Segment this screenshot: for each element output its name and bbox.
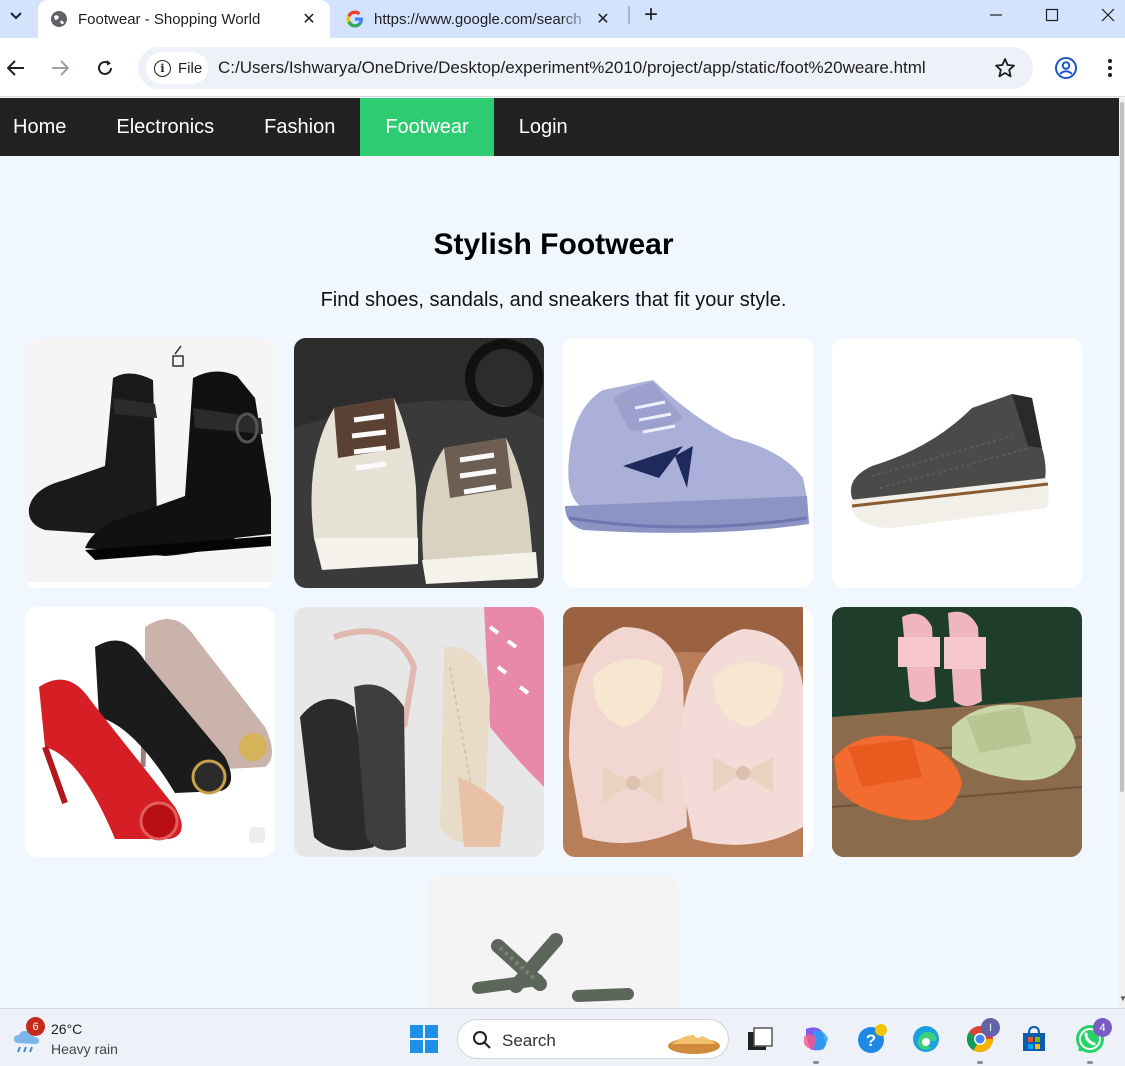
page-subtitle: Find shoes, sandals, and sneakers that f…: [320, 289, 787, 311]
high-top-sneakers-image: [294, 338, 544, 588]
address-bar[interactable]: i File C:/Users/Ishwarya/OneDrive/Deskto…: [138, 47, 1033, 89]
globe-icon: [50, 10, 68, 28]
nav-footwear[interactable]: Footwear: [360, 98, 494, 156]
task-view-icon[interactable]: [744, 1023, 776, 1055]
svg-text:?: ?: [866, 1031, 876, 1050]
nav-electronics[interactable]: Electronics: [91, 98, 239, 156]
pie-doodle-icon: [668, 1030, 720, 1054]
lavender-running-shoe-image: [563, 338, 813, 588]
whatsapp-badge: 4: [1093, 1018, 1112, 1037]
whatsapp-running-indicator: [1087, 1061, 1093, 1064]
browser-menu-icon[interactable]: [1100, 56, 1120, 80]
google-icon: [346, 10, 364, 28]
grey-slip-on-shoe-image: [832, 338, 1082, 588]
search-label: Search: [502, 1031, 556, 1050]
minimize-icon[interactable]: [968, 0, 1024, 30]
product-card-shoe-rack[interactable]: [294, 607, 544, 857]
help-app-icon[interactable]: ?: [856, 1023, 888, 1055]
tab-close-icon[interactable]: ✕: [592, 8, 614, 30]
page-scrollbar[interactable]: [1119, 98, 1125, 1008]
bookmark-star-icon[interactable]: [993, 56, 1017, 80]
shoe-hanger-rack-image: [294, 607, 544, 857]
scroll-down-arrow-icon[interactable]: ▼: [1119, 994, 1125, 1004]
search-icon: [473, 1031, 491, 1049]
scrollbar-thumb[interactable]: [1120, 102, 1124, 792]
pool-slides-image: [832, 607, 1082, 857]
embellished-heels-image: [25, 607, 275, 857]
page-title: Stylish Footwear: [433, 228, 674, 261]
copilot-running-indicator: [813, 1061, 819, 1064]
windows-taskbar: 6 26°C Heavy rain Search ? I 4: [0, 1008, 1125, 1066]
nav-home[interactable]: Home: [0, 98, 91, 156]
product-card-sandal[interactable]: [428, 876, 678, 1008]
profile-badge: I: [981, 1018, 1000, 1037]
browser-tabstrip: Footwear - Shopping World ✕ https://www.…: [0, 0, 1125, 38]
microsoft-store-icon[interactable]: [1018, 1023, 1050, 1055]
windows-start-icon[interactable]: [408, 1023, 440, 1055]
site-info-chip[interactable]: i File: [146, 52, 208, 84]
product-card-ankle-boots[interactable]: [25, 338, 275, 588]
tab-search-chevron-icon[interactable]: [4, 4, 28, 28]
edge-browser-icon[interactable]: [910, 1023, 942, 1055]
product-card-heels[interactable]: [25, 607, 275, 857]
forward-arrow-icon[interactable]: [44, 52, 76, 84]
scheme-label: File: [178, 59, 203, 77]
product-card-slippers[interactable]: [563, 607, 813, 857]
url-text[interactable]: C:/Users/Ishwarya/OneDrive/Desktop/exper…: [218, 58, 926, 78]
tab-title: Footwear - Shopping World: [78, 10, 261, 28]
copilot-icon[interactable]: [800, 1023, 832, 1055]
weather-temperature[interactable]: 26°C: [51, 1021, 82, 1037]
strappy-sandal-image: [428, 876, 678, 1008]
product-card-slides[interactable]: [832, 607, 1082, 857]
weather-badge: 6: [26, 1017, 45, 1036]
nav-fashion[interactable]: Fashion: [239, 98, 360, 156]
tab-title: https://www.google.com/search: [374, 10, 582, 28]
tab-footwear[interactable]: Footwear - Shopping World ✕: [38, 0, 330, 38]
product-card-sneakers[interactable]: [294, 338, 544, 588]
reload-icon[interactable]: [89, 52, 121, 84]
product-card-slip-on[interactable]: [832, 338, 1082, 588]
browser-toolbar: i File C:/Users/Ishwarya/OneDrive/Deskto…: [0, 38, 1125, 97]
profile-icon[interactable]: [1054, 56, 1078, 80]
tab-divider: [628, 6, 630, 24]
black-ankle-boots-image: [25, 338, 275, 588]
weather-condition[interactable]: Heavy rain: [51, 1041, 118, 1057]
nav-login[interactable]: Login: [494, 98, 593, 156]
tab-close-icon[interactable]: ✕: [298, 8, 320, 30]
tab-google-search[interactable]: https://www.google.com/search ✕: [334, 0, 624, 38]
site-navbar: Home Electronics Fashion Footwear Login: [0, 98, 1119, 156]
back-arrow-icon[interactable]: [0, 52, 32, 84]
taskbar-search[interactable]: Search: [457, 1019, 729, 1059]
info-icon: i: [154, 59, 171, 77]
close-window-icon[interactable]: [1080, 0, 1125, 30]
new-tab-plus-icon[interactable]: +: [638, 1, 664, 28]
chrome-running-indicator: [977, 1061, 983, 1064]
product-card-running-shoe[interactable]: [563, 338, 813, 588]
fluffy-bow-slippers-image: [563, 607, 813, 857]
maximize-icon[interactable]: [1024, 0, 1080, 30]
